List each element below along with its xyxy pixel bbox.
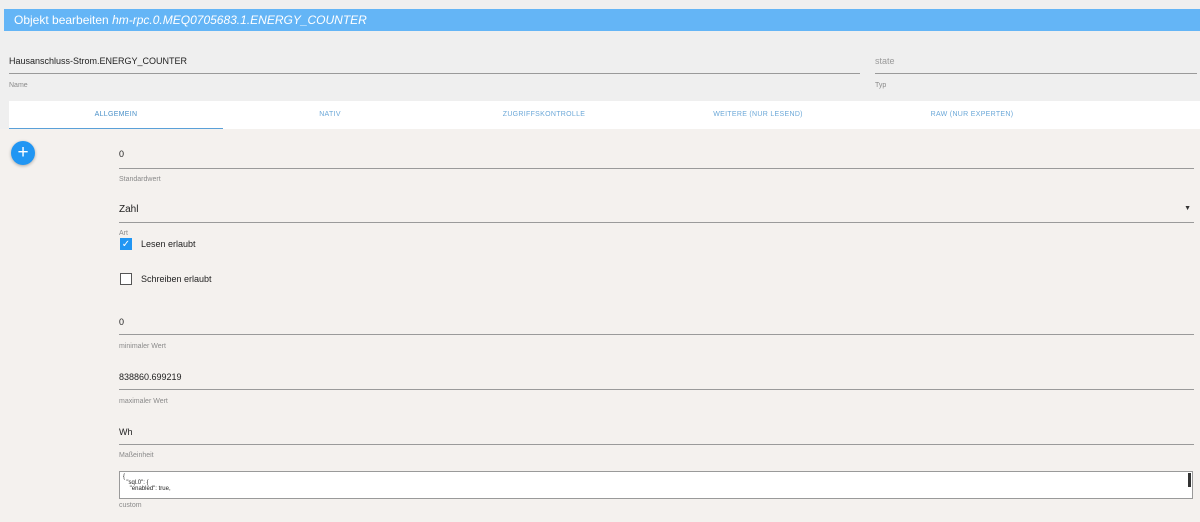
art-select[interactable]: Zahl ▼ Art bbox=[119, 202, 1194, 242]
editor-scrollbar[interactable] bbox=[1188, 473, 1191, 487]
max-value-field[interactable]: 838860.699219 maximaler Wert bbox=[119, 370, 1194, 410]
unit-label: Maßeinheit bbox=[119, 452, 154, 459]
name-field[interactable]: Hausanschluss-Strom.ENERGY_COUNTER Name bbox=[9, 48, 860, 94]
default-value-label: Standardwert bbox=[119, 176, 161, 183]
max-value-underline bbox=[119, 389, 1194, 390]
dialog-title-bar: Objekt bearbeiten hm-rpc.0.MEQ0705683.1.… bbox=[4, 9, 1200, 31]
min-value-field[interactable]: 0 minimaler Wert bbox=[119, 315, 1194, 355]
art-selected-value[interactable]: Zahl bbox=[119, 204, 138, 215]
plus-icon: + bbox=[17, 142, 29, 163]
custom-label: custom bbox=[119, 502, 142, 509]
add-button[interactable]: + bbox=[11, 141, 35, 165]
tab-weitere[interactable]: WEITERE (NUR LESEND) bbox=[651, 101, 865, 129]
type-field: state Typ bbox=[875, 48, 1197, 94]
unit-input[interactable]: Wh bbox=[119, 427, 133, 437]
tab-bar: ALLGEMEIN NATIV ZUGRIFFSKONTROLLE WEITER… bbox=[9, 101, 1200, 129]
custom-json-text[interactable]: { "sql.0": { "enabled": true, bbox=[120, 472, 1192, 494]
min-value-underline bbox=[119, 334, 1194, 335]
object-id: hm-rpc.0.MEQ0705683.1.ENERGY_COUNTER bbox=[112, 13, 367, 27]
name-underline bbox=[9, 73, 860, 74]
type-label: Typ bbox=[875, 82, 887, 89]
default-value-input[interactable]: 0 bbox=[119, 149, 124, 159]
name-label: Name bbox=[9, 82, 28, 89]
write-allowed-checkbox[interactable]: Schreiben erlaubt bbox=[120, 273, 250, 287]
tab-allgemein[interactable]: ALLGEMEIN bbox=[9, 101, 223, 129]
type-underline bbox=[875, 73, 1197, 74]
write-checkbox-box[interactable] bbox=[120, 273, 132, 285]
type-value: state bbox=[875, 56, 895, 66]
unit-underline bbox=[119, 444, 1194, 445]
default-value-underline bbox=[119, 168, 1194, 169]
tab-raw[interactable]: RAW (NUR EXPERTEN) bbox=[865, 101, 1079, 129]
max-value-label: maximaler Wert bbox=[119, 398, 168, 405]
read-allowed-label: Lesen erlaubt bbox=[141, 239, 196, 249]
tab-nativ[interactable]: NATIV bbox=[223, 101, 437, 129]
min-value-label: minimaler Wert bbox=[119, 343, 166, 350]
read-allowed-checkbox[interactable]: ✓ Lesen erlaubt bbox=[120, 238, 240, 252]
art-label: Art bbox=[119, 230, 128, 237]
read-checkbox-box[interactable]: ✓ bbox=[120, 238, 132, 250]
custom-json-editor[interactable]: { "sql.0": { "enabled": true, bbox=[119, 471, 1193, 499]
default-value-field[interactable]: 0 Standardwert bbox=[119, 147, 1194, 187]
dropdown-caret-icon[interactable]: ▼ bbox=[1184, 205, 1191, 212]
tab-zugriffskontrolle[interactable]: ZUGRIFFSKONTROLLE bbox=[437, 101, 651, 129]
max-value-input[interactable]: 838860.699219 bbox=[119, 372, 182, 382]
tab-content: + 0 Standardwert Zahl ▼ Art ✓ Lesen erla… bbox=[0, 129, 1200, 522]
name-input[interactable]: Hausanschluss-Strom.ENERGY_COUNTER bbox=[9, 56, 187, 66]
art-underline bbox=[119, 222, 1194, 223]
unit-field[interactable]: Wh Maßeinheit bbox=[119, 425, 1194, 465]
write-allowed-label: Schreiben erlaubt bbox=[141, 274, 212, 284]
min-value-input[interactable]: 0 bbox=[119, 317, 124, 327]
dialog-title: Objekt bearbeiten bbox=[14, 13, 109, 27]
